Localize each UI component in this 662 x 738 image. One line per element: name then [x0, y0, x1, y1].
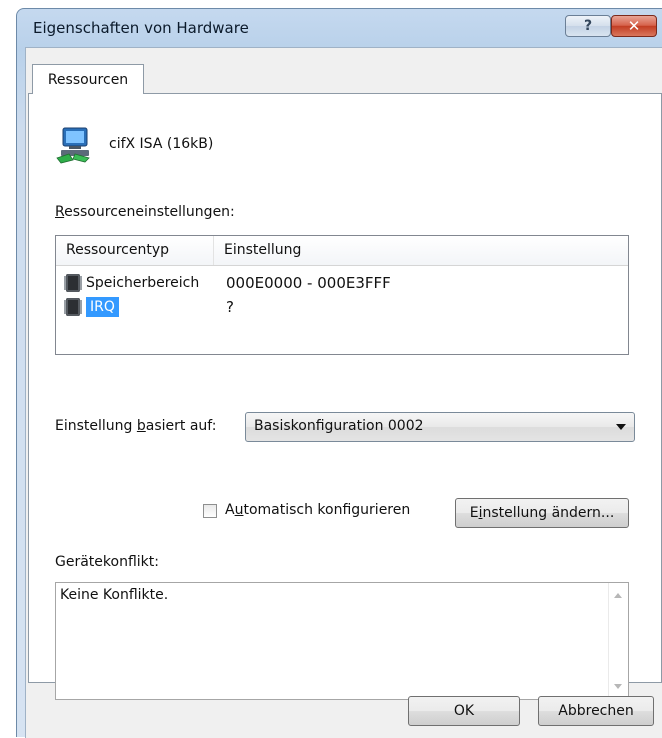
resource-settings-list[interactable]: Ressourcentyp Einstellung Speicherbereic…: [55, 235, 629, 355]
table-row[interactable]: IRQ ?: [56, 296, 628, 318]
resource-settings-label: Ressourceneinstellungen:: [55, 204, 235, 220]
resource-type: IRQ: [86, 297, 119, 317]
scroll-down-icon[interactable]: [614, 684, 622, 689]
dialog-client-area: Ressourcen cifX ISA (16kB) Ressourcenein…: [25, 47, 662, 738]
resource-type: Speicherbereich: [86, 275, 200, 291]
ok-button[interactable]: OK: [408, 696, 520, 726]
help-button[interactable]: ?: [565, 15, 611, 37]
close-button[interactable]: ✕: [611, 15, 657, 37]
table-row[interactable]: Speicherbereich 000E0000 - 000E3FFF: [56, 272, 628, 294]
vertical-scrollbar[interactable]: [608, 583, 628, 699]
resource-setting: 000E0000 - 000E3FFF: [226, 274, 391, 292]
configuration-select[interactable]: Basiskonfiguration 0002: [245, 412, 635, 442]
column-header-ressourcentyp[interactable]: Ressourcentyp: [56, 236, 214, 265]
based-on-label: Einstellung basiert auf:: [55, 418, 217, 434]
configuration-select-value: Basiskonfiguration 0002: [254, 418, 424, 434]
auto-configure-label[interactable]: Automatisch konfigurieren: [225, 502, 410, 518]
device-conflict-text[interactable]: Keine Konflikte.: [55, 582, 629, 700]
network-card-icon: [56, 127, 90, 164]
memory-chip-icon: [64, 274, 82, 292]
memory-chip-icon: [64, 298, 82, 316]
column-header-einstellung[interactable]: Einstellung: [214, 236, 628, 265]
device-name: cifX ISA (16kB): [109, 136, 214, 152]
chevron-down-icon: [616, 424, 626, 430]
auto-configure-checkbox[interactable]: [203, 504, 217, 518]
tab-ressourcen[interactable]: Ressourcen: [32, 64, 144, 94]
list-header: Ressourcentyp Einstellung: [56, 236, 628, 266]
device-conflict-value: Keine Konflikte.: [60, 587, 169, 603]
device-conflict-label: Gerätekonflikt:: [55, 554, 159, 570]
title-bar[interactable]: Eigenschaften von Hardware ? ✕: [17, 9, 662, 47]
cancel-button[interactable]: Abbrechen: [538, 696, 654, 726]
scroll-up-icon[interactable]: [614, 593, 622, 598]
resource-setting: ?: [226, 298, 234, 316]
dialog-window: Eigenschaften von Hardware ? ✕ Ressource…: [16, 8, 662, 738]
tab-panel-ressourcen: cifX ISA (16kB) Ressourceneinstellungen:…: [28, 93, 662, 700]
change-setting-button[interactable]: Ei nstellung ändern...: [455, 498, 629, 528]
window-title: Eigenschaften von Hardware: [33, 19, 249, 37]
